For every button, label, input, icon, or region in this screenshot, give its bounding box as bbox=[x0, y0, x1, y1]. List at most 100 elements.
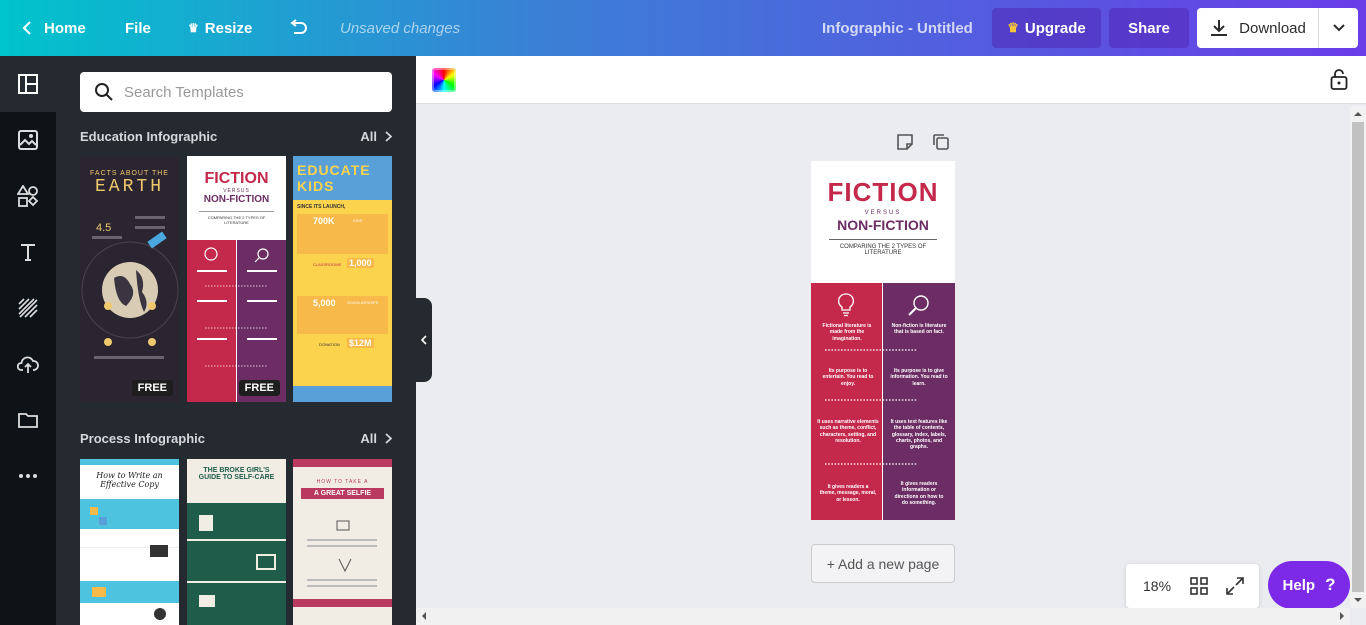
upgrade-button[interactable]: ♛ Upgrade bbox=[992, 8, 1101, 48]
folder-icon bbox=[18, 413, 38, 428]
template-effective-copy[interactable]: How to Write an Effective Copy bbox=[80, 459, 179, 625]
rail-elements[interactable] bbox=[0, 168, 56, 224]
template-great-selfie[interactable]: HOW TO TAKE A A GREAT SELFIE bbox=[293, 459, 392, 625]
share-label: Share bbox=[1128, 19, 1170, 37]
note-icon bbox=[897, 134, 913, 150]
grid-icon bbox=[1190, 577, 1208, 595]
free-badge: FREE bbox=[131, 380, 173, 396]
thumb-text: $12M bbox=[347, 338, 374, 348]
resize-button[interactable]: ♛ Resize bbox=[188, 0, 252, 56]
add-note-button[interactable] bbox=[896, 133, 914, 156]
fiction-point-3: It uses narrative elements such as theme… bbox=[817, 419, 879, 444]
cloud-upload-icon bbox=[17, 356, 39, 373]
nonfiction-point-2: Its purpose is to give information. You … bbox=[890, 368, 948, 387]
vertical-scroll-thumb[interactable] bbox=[1352, 122, 1364, 592]
section-header-education: Education Infographic All bbox=[80, 126, 392, 146]
scroll-down-icon bbox=[1354, 598, 1362, 602]
text-icon bbox=[21, 244, 35, 261]
zoom-level[interactable]: 18% bbox=[1143, 578, 1171, 594]
top-bar: Home File ♛ Resize Unsaved changes Infog… bbox=[0, 0, 1366, 56]
see-all-label: All bbox=[360, 128, 377, 144]
rail-background[interactable] bbox=[0, 280, 56, 336]
template-broke-girl-self-care[interactable]: THE BROKE GIRL'S GUIDE TO SELF-CARE bbox=[187, 459, 286, 625]
thumb-text: 700K bbox=[313, 216, 335, 226]
see-all-education[interactable]: All bbox=[360, 129, 392, 144]
unsaved-status: Unsaved changes bbox=[340, 19, 461, 37]
magnifier-icon bbox=[907, 293, 931, 322]
download-label: Download bbox=[1239, 19, 1306, 37]
rail-more[interactable] bbox=[0, 448, 56, 504]
section-title: Process Infographic bbox=[80, 430, 205, 446]
image-icon bbox=[18, 130, 38, 150]
horizontal-scrollbar[interactable] bbox=[416, 608, 1350, 625]
vertical-scrollbar[interactable] bbox=[1350, 106, 1366, 608]
collapse-panel-handle[interactable] bbox=[416, 298, 432, 382]
search-placeholder: Search Templates bbox=[124, 83, 244, 101]
thumb-text: DONATION bbox=[319, 342, 340, 347]
lock-icon bbox=[1330, 69, 1348, 90]
template-educate-kids[interactable]: EDUCATE KIDS SINCE ITS LAUNCH, 700K KIDS… bbox=[293, 156, 392, 402]
thumb-text: EDUCATE bbox=[297, 162, 371, 178]
see-all-process[interactable]: All bbox=[360, 431, 392, 446]
thumb-icons bbox=[293, 520, 392, 607]
thumb-header: EDUCATE KIDS bbox=[293, 156, 392, 200]
thumb-icons bbox=[199, 515, 276, 607]
chevron-left-icon bbox=[22, 21, 31, 35]
resize-label: Resize bbox=[204, 19, 253, 37]
search-templates-input[interactable]: Search Templates bbox=[80, 72, 392, 112]
duplicate-page-button[interactable] bbox=[932, 133, 950, 156]
undo-button[interactable] bbox=[288, 0, 308, 56]
fullscreen-button[interactable] bbox=[1226, 577, 1244, 598]
share-button[interactable]: Share bbox=[1109, 8, 1189, 48]
file-menu[interactable]: File bbox=[125, 0, 151, 56]
template-fiction-nonfiction[interactable]: FICTION VERSUS NON-FICTION COMPARING THE… bbox=[187, 156, 286, 402]
home-label: Home bbox=[44, 19, 86, 37]
background-pattern-icon bbox=[18, 298, 38, 318]
thumb-text: SINCE ITS LAUNCH, bbox=[297, 204, 346, 210]
templates-panel: Search Templates Education Infographic A… bbox=[56, 56, 416, 625]
document-title[interactable]: Infographic - Untitled bbox=[822, 0, 973, 56]
rail-folders[interactable] bbox=[0, 392, 56, 448]
thumb-text: 1,000 bbox=[347, 258, 374, 268]
download-options-button[interactable] bbox=[1318, 8, 1358, 48]
templates-icon bbox=[18, 74, 38, 94]
section-title: Education Infographic bbox=[80, 128, 218, 144]
side-rail bbox=[0, 56, 56, 625]
duplicate-icon bbox=[933, 134, 949, 150]
design-page[interactable]: FICTION VERSUS NON-FICTION COMPARING THE… bbox=[811, 161, 955, 520]
lock-button[interactable] bbox=[1330, 68, 1348, 95]
thumb-block: 5,000 SCHOLARSHIPS bbox=[297, 296, 388, 334]
thumb-icons bbox=[197, 247, 277, 367]
color-picker[interactable] bbox=[432, 68, 456, 92]
rail-text[interactable] bbox=[0, 224, 56, 280]
fiction-point-4: It gives readers a theme, message, moral… bbox=[819, 484, 877, 503]
chevron-right-icon bbox=[385, 432, 392, 444]
help-label: Help bbox=[1282, 576, 1316, 594]
thumb-text: 5,000 bbox=[313, 298, 336, 308]
expand-icon bbox=[1226, 577, 1244, 595]
scroll-up-icon bbox=[1354, 112, 1362, 116]
thumb-block: DONATION $12M bbox=[297, 336, 388, 374]
thumb-text: KIDS bbox=[353, 218, 363, 223]
search-icon bbox=[95, 83, 113, 101]
rail-uploads[interactable] bbox=[0, 336, 56, 392]
crown-icon: ♛ bbox=[1007, 20, 1019, 35]
fiction-point-2: Its purpose is to entertain. You read to… bbox=[822, 368, 874, 387]
add-new-page-button[interactable]: + Add a new page bbox=[811, 544, 955, 583]
help-button[interactable]: Help ? bbox=[1268, 561, 1350, 609]
nonfiction-point-3: It uses text features like the table of … bbox=[890, 419, 948, 450]
download-button[interactable]: Download bbox=[1197, 8, 1318, 48]
rail-templates[interactable] bbox=[0, 56, 56, 112]
home-button[interactable]: Home bbox=[20, 0, 86, 56]
shapes-icon bbox=[17, 185, 39, 207]
file-label: File bbox=[125, 19, 151, 37]
zoom-controls: 18% bbox=[1126, 564, 1259, 608]
fiction-point-1: Fictional literature is made from the im… bbox=[822, 323, 872, 342]
more-dots-icon bbox=[19, 474, 37, 478]
section-header-process: Process Infographic All bbox=[80, 428, 392, 448]
scroll-left-icon bbox=[422, 612, 426, 620]
grid-view-button[interactable] bbox=[1190, 577, 1208, 598]
rail-photos[interactable] bbox=[0, 112, 56, 168]
earth-illustration bbox=[81, 216, 179, 359]
template-earth-facts[interactable]: FACTS ABOUT THE EARTH 4.5 FREE bbox=[80, 156, 179, 402]
